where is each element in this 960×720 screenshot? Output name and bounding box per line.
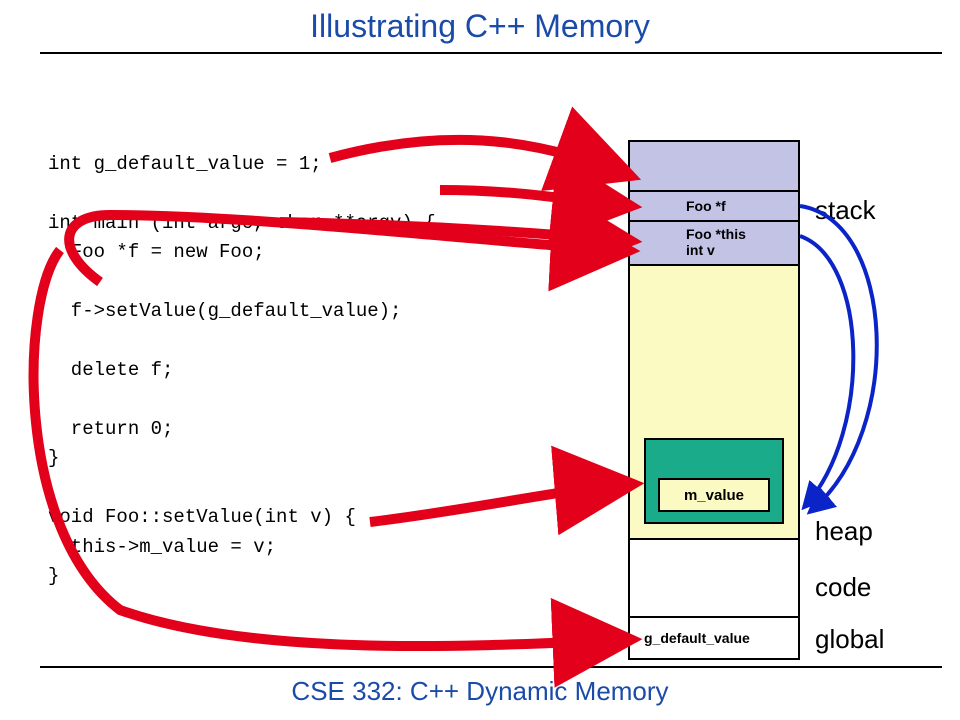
heap-object: m_value — [644, 438, 784, 524]
heap-object-member: m_value — [658, 478, 770, 512]
divider-bottom — [40, 666, 942, 668]
code-segment — [630, 540, 798, 618]
slide-title: Illustrating C++ Memory — [0, 0, 960, 45]
label-code: code — [815, 572, 871, 603]
slide-footer: CSE 332: C++ Dynamic Memory — [0, 676, 960, 707]
label-heap: heap — [815, 516, 873, 547]
label-global: global — [815, 624, 884, 655]
memory-diagram: m_value Foo *f Foo *this int v g_default… — [628, 140, 800, 660]
global-var: g_default_value — [644, 630, 750, 646]
stack-var-v: int v — [686, 242, 715, 258]
divider-top — [40, 52, 942, 54]
label-stack: stack — [815, 195, 876, 226]
stack-segment-top — [630, 142, 798, 192]
code-listing: int g_default_value = 1; int main (int a… — [48, 150, 436, 592]
stack-var-f: Foo *f — [686, 198, 726, 214]
stack-var-this: Foo *this — [686, 226, 746, 242]
